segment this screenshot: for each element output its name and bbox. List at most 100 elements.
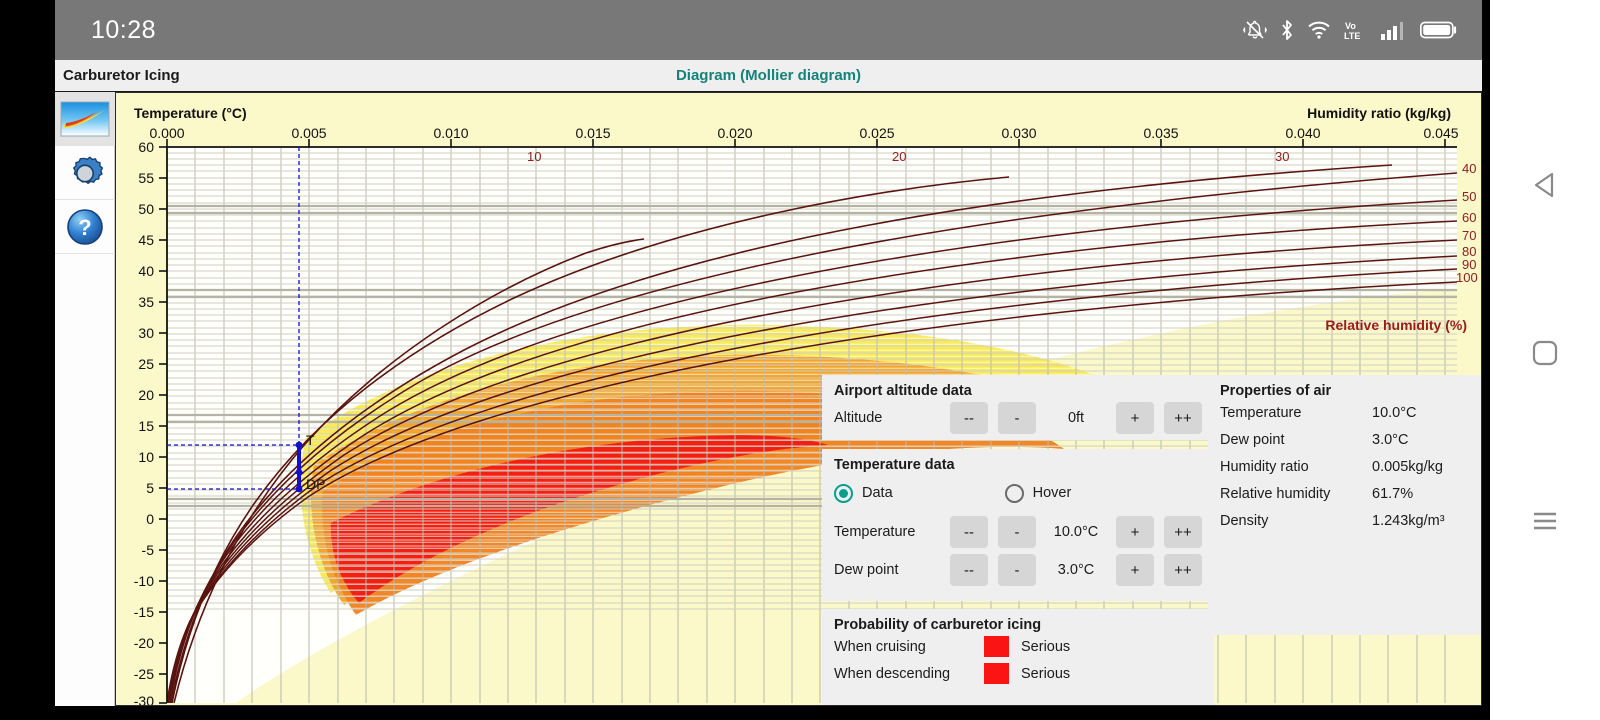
svg-text:Vo: Vo (1345, 21, 1356, 31)
y-tick: -25 (120, 666, 154, 682)
radio-hover-label: Hover (1033, 485, 1072, 501)
property-key: Temperature (1220, 405, 1372, 421)
probability-cruising-label: When cruising (834, 639, 984, 655)
property-value: 61.7% (1372, 486, 1413, 502)
y-tick: 10 (120, 449, 154, 465)
svg-text:LTE: LTE (1344, 31, 1360, 41)
altitude-label: Altitude (834, 410, 882, 426)
property-row-dewpoint: Dew point 3.0°C (1208, 426, 1482, 453)
status-icons: Vo LTE (1243, 19, 1458, 41)
status-clock: 10:28 (91, 16, 156, 45)
nav-back-button[interactable] (1490, 160, 1600, 210)
battery-icon (1420, 20, 1458, 40)
property-row-humidity-ratio: Humidity ratio 0.005kg/kg (1208, 453, 1482, 480)
temperature-panel: Temperature data Data Hover Temperature … (822, 449, 1214, 601)
dewpoint-decrease-button[interactable]: - (998, 554, 1036, 586)
sidebar-item-diagram[interactable] (55, 92, 115, 146)
y-tick: -15 (120, 604, 154, 620)
nav-recents-button[interactable] (1490, 496, 1600, 546)
status-swatch (984, 663, 1009, 684)
android-nav-bar (1490, 0, 1600, 720)
bluetooth-icon (1280, 19, 1294, 41)
dewpoint-decrease-large-button[interactable]: -- (950, 554, 988, 586)
y-tick: 45 (120, 232, 154, 248)
rh-curve-label: 10 (527, 149, 541, 164)
rh-curve-label: 40 (1462, 161, 1476, 176)
x-tick: 0.040 (1285, 125, 1320, 141)
marker-label-temperature: T (306, 432, 315, 448)
probability-row-cruising: When cruising Serious (822, 633, 1214, 660)
dewpoint-increase-large-button[interactable]: ++ (1164, 554, 1202, 586)
y-tick: 5 (120, 480, 154, 496)
marker-label-dewpoint: DP (306, 476, 325, 492)
dewpoint-label: Dew point (834, 562, 898, 578)
property-row-density: Density 1.243kg/m³ (1208, 507, 1482, 534)
altitude-decrease-button[interactable]: - (998, 402, 1036, 434)
sidebar-item-help[interactable]: ? (55, 200, 115, 254)
x-tick: 0.035 (1143, 125, 1178, 141)
volte-icon: Vo LTE (1344, 19, 1368, 41)
mollier-chart[interactable]: Temperature (°C) Humidity ratio (kg/kg) … (115, 92, 1482, 706)
x-tick: 0.020 (717, 125, 752, 141)
altitude-panel-title: Airport altitude data (822, 375, 1214, 399)
dewpoint-value: 3.0°C (1046, 562, 1106, 578)
help-icon: ? (65, 207, 105, 247)
screen: 10:28 Vo LTE (0, 0, 1600, 720)
nav-home-button[interactable] (1490, 328, 1600, 378)
dewpoint-row: Dew point -- - 3.0°C + ++ (822, 551, 1214, 589)
temperature-decrease-button[interactable]: - (998, 516, 1036, 548)
property-value: 3.0°C (1372, 432, 1408, 448)
sidebar-item-settings[interactable] (55, 146, 115, 200)
radio-data-label: Data (862, 485, 893, 501)
dewpoint-increase-button[interactable]: + (1116, 554, 1154, 586)
android-status-bar: 10:28 Vo LTE (55, 0, 1482, 60)
x-tick: 0.045 (1423, 125, 1458, 141)
y-tick: 55 (120, 170, 154, 186)
diagram-title: Diagram (Mollier diagram) (55, 67, 1482, 84)
radio-hover[interactable]: Hover (1005, 484, 1072, 503)
property-row-temperature: Temperature 10.0°C (1208, 399, 1482, 426)
x-tick: 0.015 (575, 125, 610, 141)
radio-data[interactable]: Data (834, 484, 893, 503)
altitude-panel: Airport altitude data Altitude -- - 0ft … (822, 375, 1214, 440)
y-tick: -30 (120, 693, 154, 706)
x-tick: 0.030 (1001, 125, 1036, 141)
property-value: 10.0°C (1372, 405, 1417, 421)
temperature-increase-large-button[interactable]: ++ (1164, 516, 1202, 548)
properties-panel-title: Properties of air (1208, 375, 1482, 399)
svg-text:?: ? (78, 215, 91, 240)
x-tick: 0.010 (433, 125, 468, 141)
y-tick: -20 (120, 635, 154, 651)
signal-bars-icon (1381, 20, 1407, 40)
silent-bell-icon (1243, 19, 1267, 41)
dewpoint-stepper: -- - 3.0°C + ++ (950, 554, 1202, 586)
diagram-icon (60, 101, 110, 137)
mode-radio-group: Data Hover (822, 473, 1214, 513)
altitude-value: 0ft (1046, 410, 1106, 426)
altitude-increase-large-button[interactable]: ++ (1164, 402, 1202, 434)
rh-curve-label: 70 (1462, 228, 1476, 243)
altitude-decrease-large-button[interactable]: -- (950, 402, 988, 434)
y-tick: 30 (120, 325, 154, 341)
probability-panel-title: Probability of carburetor icing (822, 609, 1214, 633)
y-tick: 60 (120, 139, 154, 155)
probability-row-descending: When descending Serious (822, 660, 1214, 687)
rh-curve-label: 100 (1456, 270, 1478, 285)
probability-panel: Probability of carburetor icing When cru… (822, 609, 1214, 706)
temperature-decrease-large-button[interactable]: -- (950, 516, 988, 548)
x-tick: 0.005 (291, 125, 326, 141)
property-value: 0.005kg/kg (1372, 459, 1443, 475)
rh-axis-title: Relative humidity (%) (1325, 317, 1467, 333)
property-row-relative-humidity: Relative humidity 61.7% (1208, 480, 1482, 507)
rh-curve-label: 50 (1462, 189, 1476, 204)
property-key: Relative humidity (1220, 486, 1372, 502)
probability-descending-status: Serious (1021, 666, 1070, 682)
gear-icon (64, 152, 106, 194)
altitude-increase-button[interactable]: + (1116, 402, 1154, 434)
rh-curve-label: 30 (1275, 149, 1289, 164)
recents-icon (1530, 509, 1560, 533)
back-icon (1528, 168, 1562, 202)
y-tick: -5 (120, 542, 154, 558)
altitude-stepper: -- - 0ft + ++ (950, 402, 1202, 434)
temperature-increase-button[interactable]: + (1116, 516, 1154, 548)
